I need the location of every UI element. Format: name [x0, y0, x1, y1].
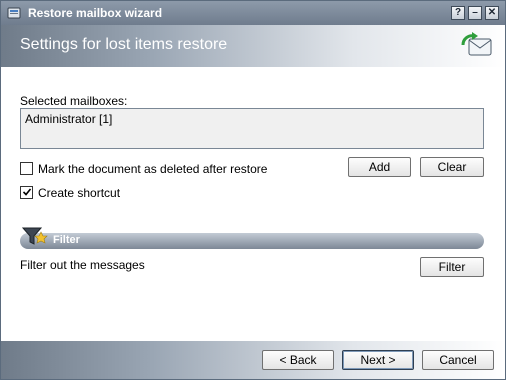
- create-shortcut-checkbox[interactable]: [20, 186, 33, 199]
- wizard-header: Settings for lost items restore: [1, 25, 505, 67]
- mark-deleted-label: Mark the document as deleted after resto…: [38, 162, 268, 176]
- filter-section-title: Filter: [53, 234, 80, 246]
- title-bar[interactable]: Restore mailbox wizard ? – ✕: [1, 1, 505, 25]
- wizard-window: Restore mailbox wizard ? – ✕ Settings fo…: [0, 0, 506, 380]
- mailbox-list[interactable]: Administrator [1]: [20, 108, 484, 149]
- add-button[interactable]: Add: [348, 157, 411, 177]
- clear-button[interactable]: Clear: [420, 157, 484, 177]
- cancel-button[interactable]: Cancel: [422, 350, 494, 370]
- filter-description: Filter out the messages: [20, 258, 145, 272]
- selected-mailboxes-label: Selected mailboxes:: [20, 94, 128, 108]
- mark-deleted-checkbox[interactable]: [20, 162, 33, 175]
- list-item[interactable]: Administrator [1]: [25, 112, 112, 126]
- help-button[interactable]: ?: [451, 6, 465, 20]
- window-title: Restore mailbox wizard: [28, 6, 163, 20]
- filter-section-header: Filter: [20, 233, 484, 249]
- minimize-button[interactable]: –: [468, 6, 482, 20]
- filter-button[interactable]: Filter: [420, 257, 484, 277]
- back-button[interactable]: < Back: [262, 350, 334, 370]
- filter-funnel-icon: [21, 227, 48, 245]
- mail-restore-icon: [461, 32, 492, 56]
- page-title: Settings for lost items restore: [20, 36, 228, 53]
- wizard-footer: < Back Next > Cancel: [1, 341, 505, 379]
- next-button[interactable]: Next >: [342, 350, 414, 370]
- checkmark-icon: [23, 188, 31, 196]
- app-icon: [7, 7, 21, 19]
- create-shortcut-label: Create shortcut: [38, 186, 121, 200]
- close-button[interactable]: ✕: [485, 6, 499, 20]
